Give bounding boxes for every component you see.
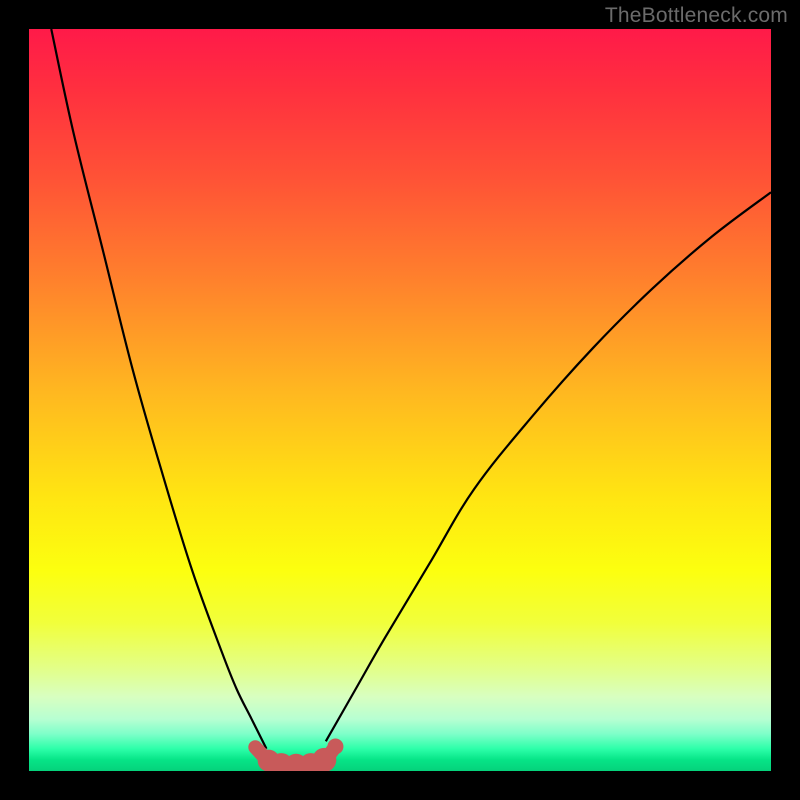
- marker-dot: [249, 741, 261, 753]
- plot-area: [29, 29, 771, 771]
- left-curve: [51, 29, 266, 749]
- chart-frame: TheBottleneck.com: [0, 0, 800, 800]
- curves-svg: [29, 29, 771, 771]
- marker-dot: [327, 739, 343, 755]
- right-curve: [326, 192, 771, 741]
- watermark-text: TheBottleneck.com: [605, 4, 788, 28]
